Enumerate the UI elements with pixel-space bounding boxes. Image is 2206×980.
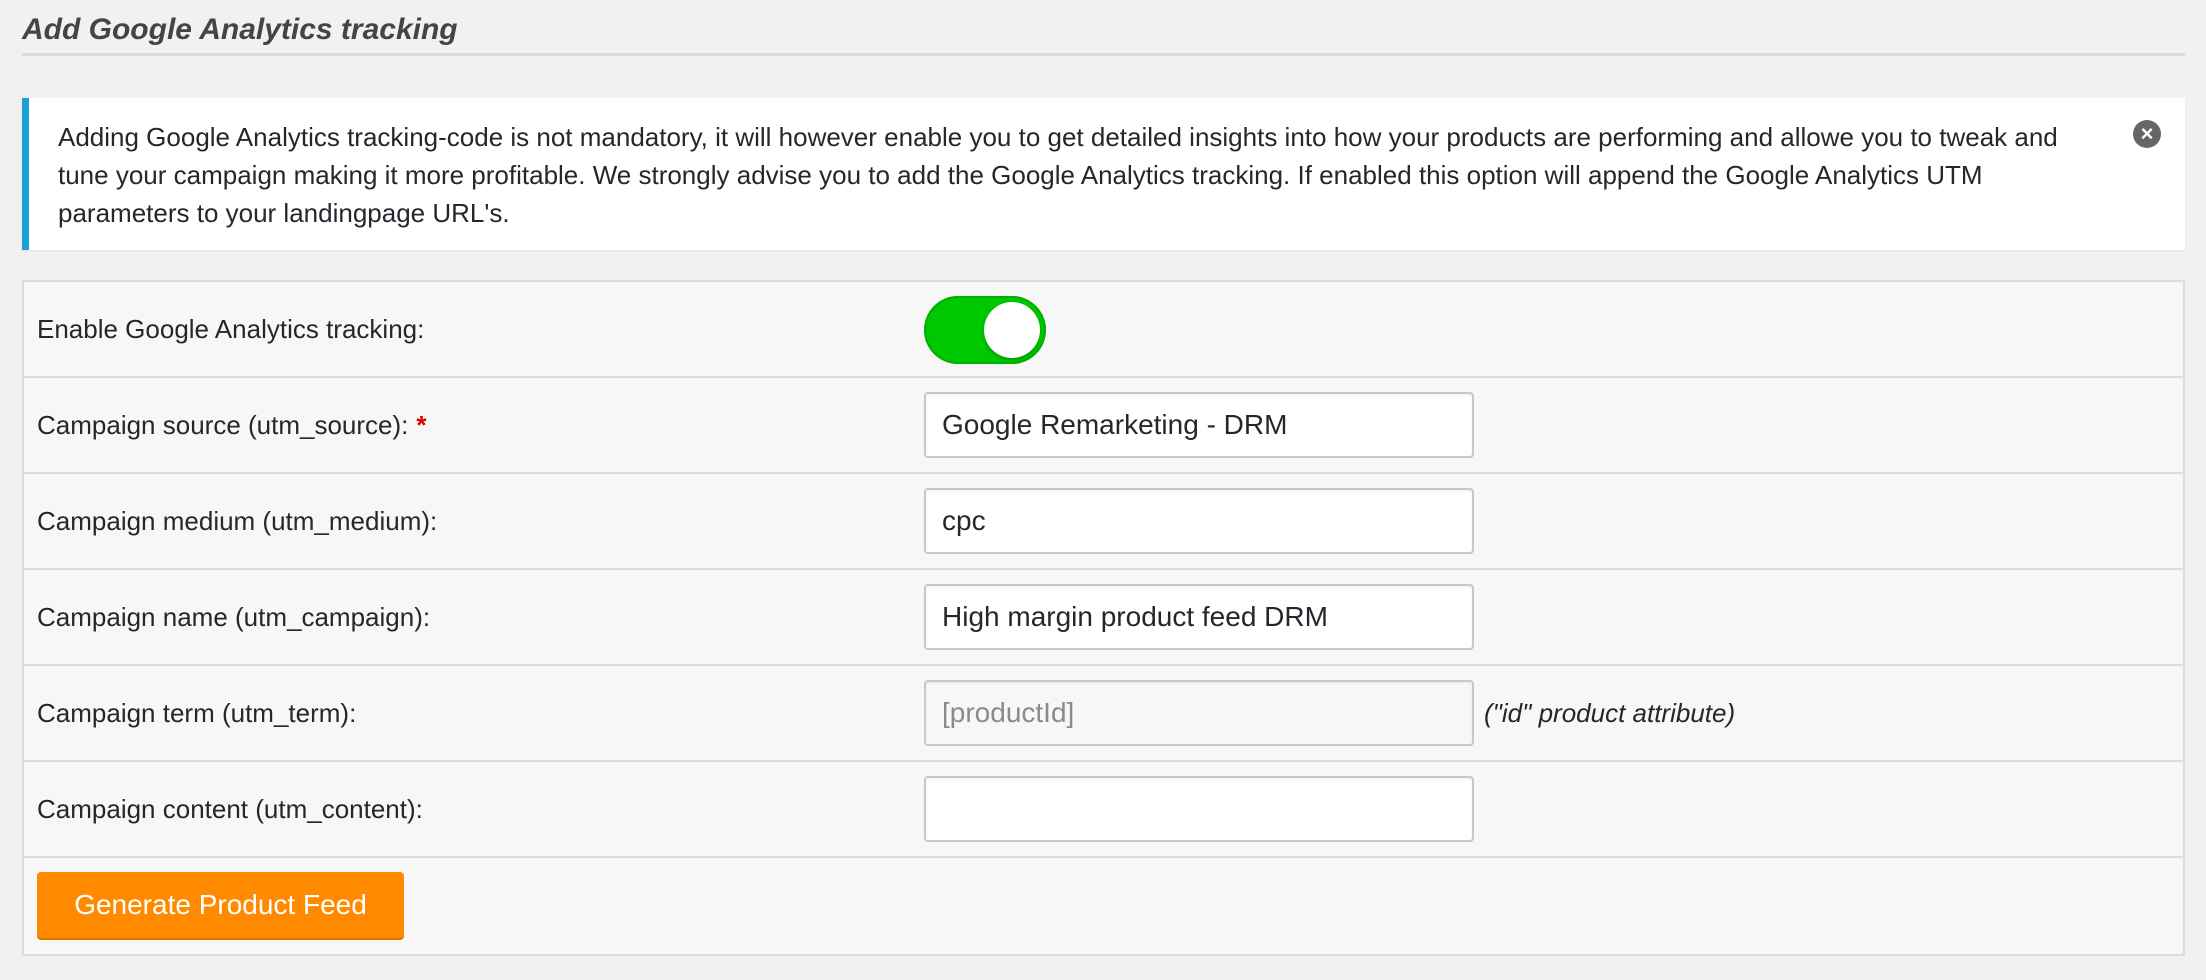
form-row-actions: Generate Product Feed	[24, 858, 2183, 954]
utm-term-note: ("id" product attribute)	[1484, 697, 1736, 728]
utm-source-label-text: Campaign source (utm_source):	[37, 409, 409, 440]
notice-text: Adding Google Analytics tracking-code is…	[58, 122, 2058, 228]
utm-campaign-label: Campaign name (utm_campaign):	[37, 601, 431, 632]
utm-content-label: Campaign content (utm_content):	[37, 793, 423, 824]
form-row-enable-tracking: Enable Google Analytics tracking:	[24, 282, 2183, 378]
generate-product-feed-button[interactable]: Generate Product Feed	[37, 872, 404, 938]
tracking-form: Enable Google Analytics tracking: Campai…	[22, 280, 2185, 956]
form-row-utm-source: Campaign source (utm_source): *	[24, 378, 2183, 474]
enable-tracking-toggle[interactable]	[924, 296, 1046, 364]
utm-term-label: Campaign term (utm_term):	[37, 697, 357, 728]
utm-campaign-input[interactable]	[924, 584, 1474, 650]
form-row-utm-term: Campaign term (utm_term): ("id" product …	[24, 666, 2183, 762]
toggle-knob	[984, 302, 1040, 358]
utm-content-input[interactable]	[924, 776, 1474, 842]
required-marker: *	[416, 409, 427, 440]
form-row-utm-medium: Campaign medium (utm_medium):	[24, 474, 2183, 570]
utm-term-input[interactable]	[924, 680, 1474, 746]
page-title: Add Google Analytics tracking	[22, 13, 458, 46]
info-notice: Adding Google Analytics tracking-code is…	[22, 98, 2185, 250]
form-row-utm-campaign: Campaign name (utm_campaign):	[24, 570, 2183, 666]
utm-medium-input[interactable]	[924, 488, 1474, 554]
utm-source-input[interactable]	[924, 392, 1474, 458]
enable-tracking-label: Enable Google Analytics tracking:	[37, 313, 425, 344]
section-heading: Add Google Analytics tracking	[22, 0, 2185, 56]
utm-medium-label: Campaign medium (utm_medium):	[37, 505, 438, 536]
utm-source-label: Campaign source (utm_source): *	[37, 378, 427, 472]
close-circle-icon[interactable]: ×	[2133, 120, 2161, 148]
form-row-utm-content: Campaign content (utm_content):	[24, 762, 2183, 858]
